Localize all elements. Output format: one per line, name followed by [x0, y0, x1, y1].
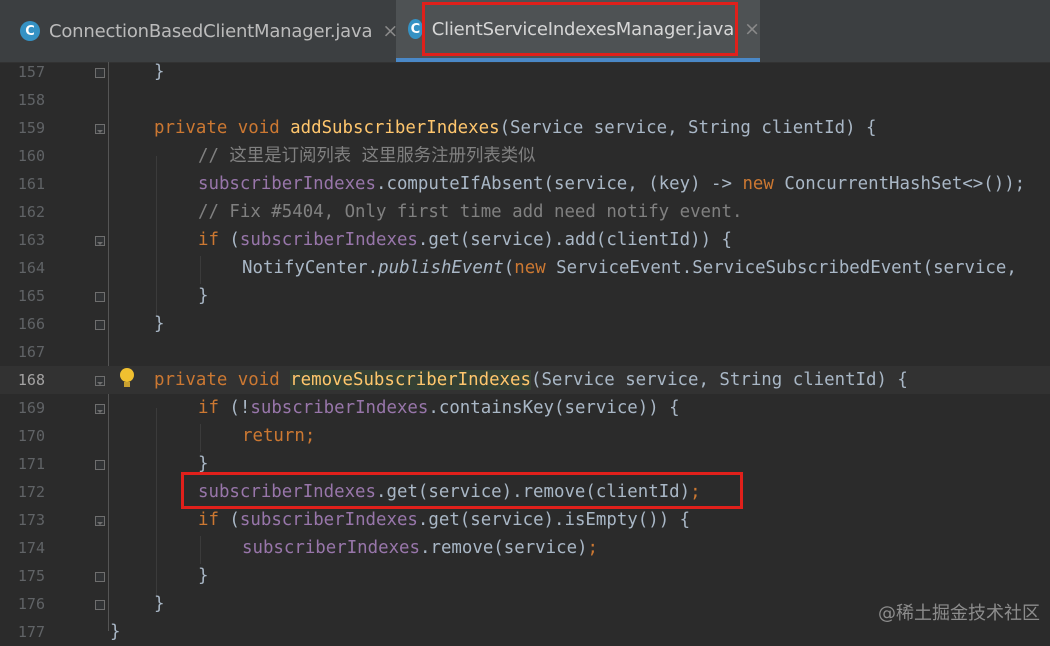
code-text: // 这里是订阅列表 这里服务注册列表类似 [198, 146, 536, 166]
code-text: } [154, 62, 165, 82]
line-number: 159 [17, 119, 45, 137]
line-number: 175 [17, 567, 45, 585]
code-line[interactable]: 159 private void addSubscriberIndexes(Se… [0, 114, 1050, 142]
line-number: 162 [17, 203, 45, 221]
code-text: subscriberIndexes.computeIfAbsent(servic… [198, 174, 1026, 194]
code-text: NotifyCenter.publishEvent(new ServiceEve… [242, 258, 1017, 278]
code-text: } [198, 286, 209, 306]
tab-highlight-box [422, 2, 738, 56]
line-number: 176 [17, 595, 45, 613]
code-line[interactable]: 170 return; [0, 422, 1050, 450]
code-text: if (subscriberIndexes.get(service).isEmp… [198, 510, 691, 530]
code-text: if (subscriberIndexes.get(service).add(c… [198, 230, 733, 250]
line-number: 160 [17, 147, 45, 165]
lightbulb-base [124, 382, 130, 387]
code-line[interactable]: 158 [0, 86, 1050, 114]
class-icon: C [408, 19, 423, 39]
fold-icon[interactable] [95, 460, 105, 470]
line-number: 157 [17, 63, 45, 81]
code-line[interactable]: 169 if (!subscriberIndexes.containsKey(s… [0, 394, 1050, 422]
code-line[interactable]: 165 } [0, 282, 1050, 310]
tab-connection-based-client-manager[interactable]: C ConnectionBasedClientManager.java × [20, 0, 398, 62]
code-line-current[interactable]: 168 private void removeSubscriberIndexes… [0, 366, 1050, 394]
line-number: 161 [17, 175, 45, 193]
line-number: 164 [17, 259, 45, 277]
code-text: private void addSubscriberIndexes(Servic… [154, 118, 877, 138]
code-text: } [110, 622, 121, 642]
fold-icon[interactable] [95, 320, 105, 330]
line-number: 174 [17, 539, 45, 557]
fold-icon[interactable] [95, 404, 105, 414]
class-icon: C [20, 21, 40, 41]
code-editor[interactable]: 157 } 158 159 private void addSubscriber… [0, 62, 1050, 642]
code-text: // Fix #5404, Only first time add need n… [198, 202, 743, 222]
line-number: 169 [17, 399, 45, 417]
line-number: 177 [17, 623, 45, 641]
fold-icon[interactable] [95, 124, 105, 134]
line-number: 167 [17, 343, 45, 361]
code-text: } [154, 594, 165, 614]
code-highlight-box [181, 472, 743, 509]
code-text: subscriberIndexes.remove(service); [242, 538, 599, 558]
code-text: return; [242, 426, 316, 446]
code-text: } [198, 566, 209, 586]
code-line[interactable]: 164 NotifyCenter.publishEvent(new Servic… [0, 254, 1050, 282]
code-line[interactable]: 163 if (subscriberIndexes.get(service).a… [0, 226, 1050, 254]
code-text: } [154, 314, 165, 334]
line-number: 172 [17, 483, 45, 501]
code-text: if (!subscriberIndexes.containsKey(servi… [198, 398, 680, 418]
watermark: @稀土掘金技术社区 [878, 603, 1040, 624]
code-line[interactable]: 160 // 这里是订阅列表 这里服务注册列表类似 [0, 142, 1050, 170]
fold-icon[interactable] [95, 516, 105, 526]
line-number: 168 [17, 371, 45, 389]
line-number: 166 [17, 315, 45, 333]
line-number: 163 [17, 231, 45, 249]
fold-icon[interactable] [95, 600, 105, 610]
line-number: 170 [17, 427, 45, 445]
code-line[interactable]: 161 subscriberIndexes.computeIfAbsent(se… [0, 170, 1050, 198]
code-line[interactable]: 174 subscriberIndexes.remove(service); [0, 534, 1050, 562]
code-line[interactable]: 173 if (subscriberIndexes.get(service).i… [0, 506, 1050, 534]
code-line[interactable]: 167 [0, 338, 1050, 366]
fold-icon[interactable] [95, 572, 105, 582]
close-icon[interactable]: × [744, 18, 760, 40]
code-line[interactable]: 166 } [0, 310, 1050, 338]
line-number: 158 [17, 91, 45, 109]
tab-label: ConnectionBasedClientManager.java [49, 20, 373, 42]
code-line[interactable]: 157 } [0, 58, 1050, 86]
line-number: 171 [17, 455, 45, 473]
fold-icon[interactable] [95, 236, 105, 246]
line-number: 165 [17, 287, 45, 305]
code-line[interactable]: 162 // Fix #5404, Only first time add ne… [0, 198, 1050, 226]
line-number: 173 [17, 511, 45, 529]
fold-icon[interactable] [95, 292, 105, 302]
fold-icon[interactable] [95, 68, 105, 78]
code-line[interactable]: 175 } [0, 562, 1050, 590]
fold-icon[interactable] [95, 376, 105, 386]
code-text: private void removeSubscriberIndexes(Ser… [154, 370, 908, 390]
lightbulb-icon[interactable] [120, 368, 134, 382]
